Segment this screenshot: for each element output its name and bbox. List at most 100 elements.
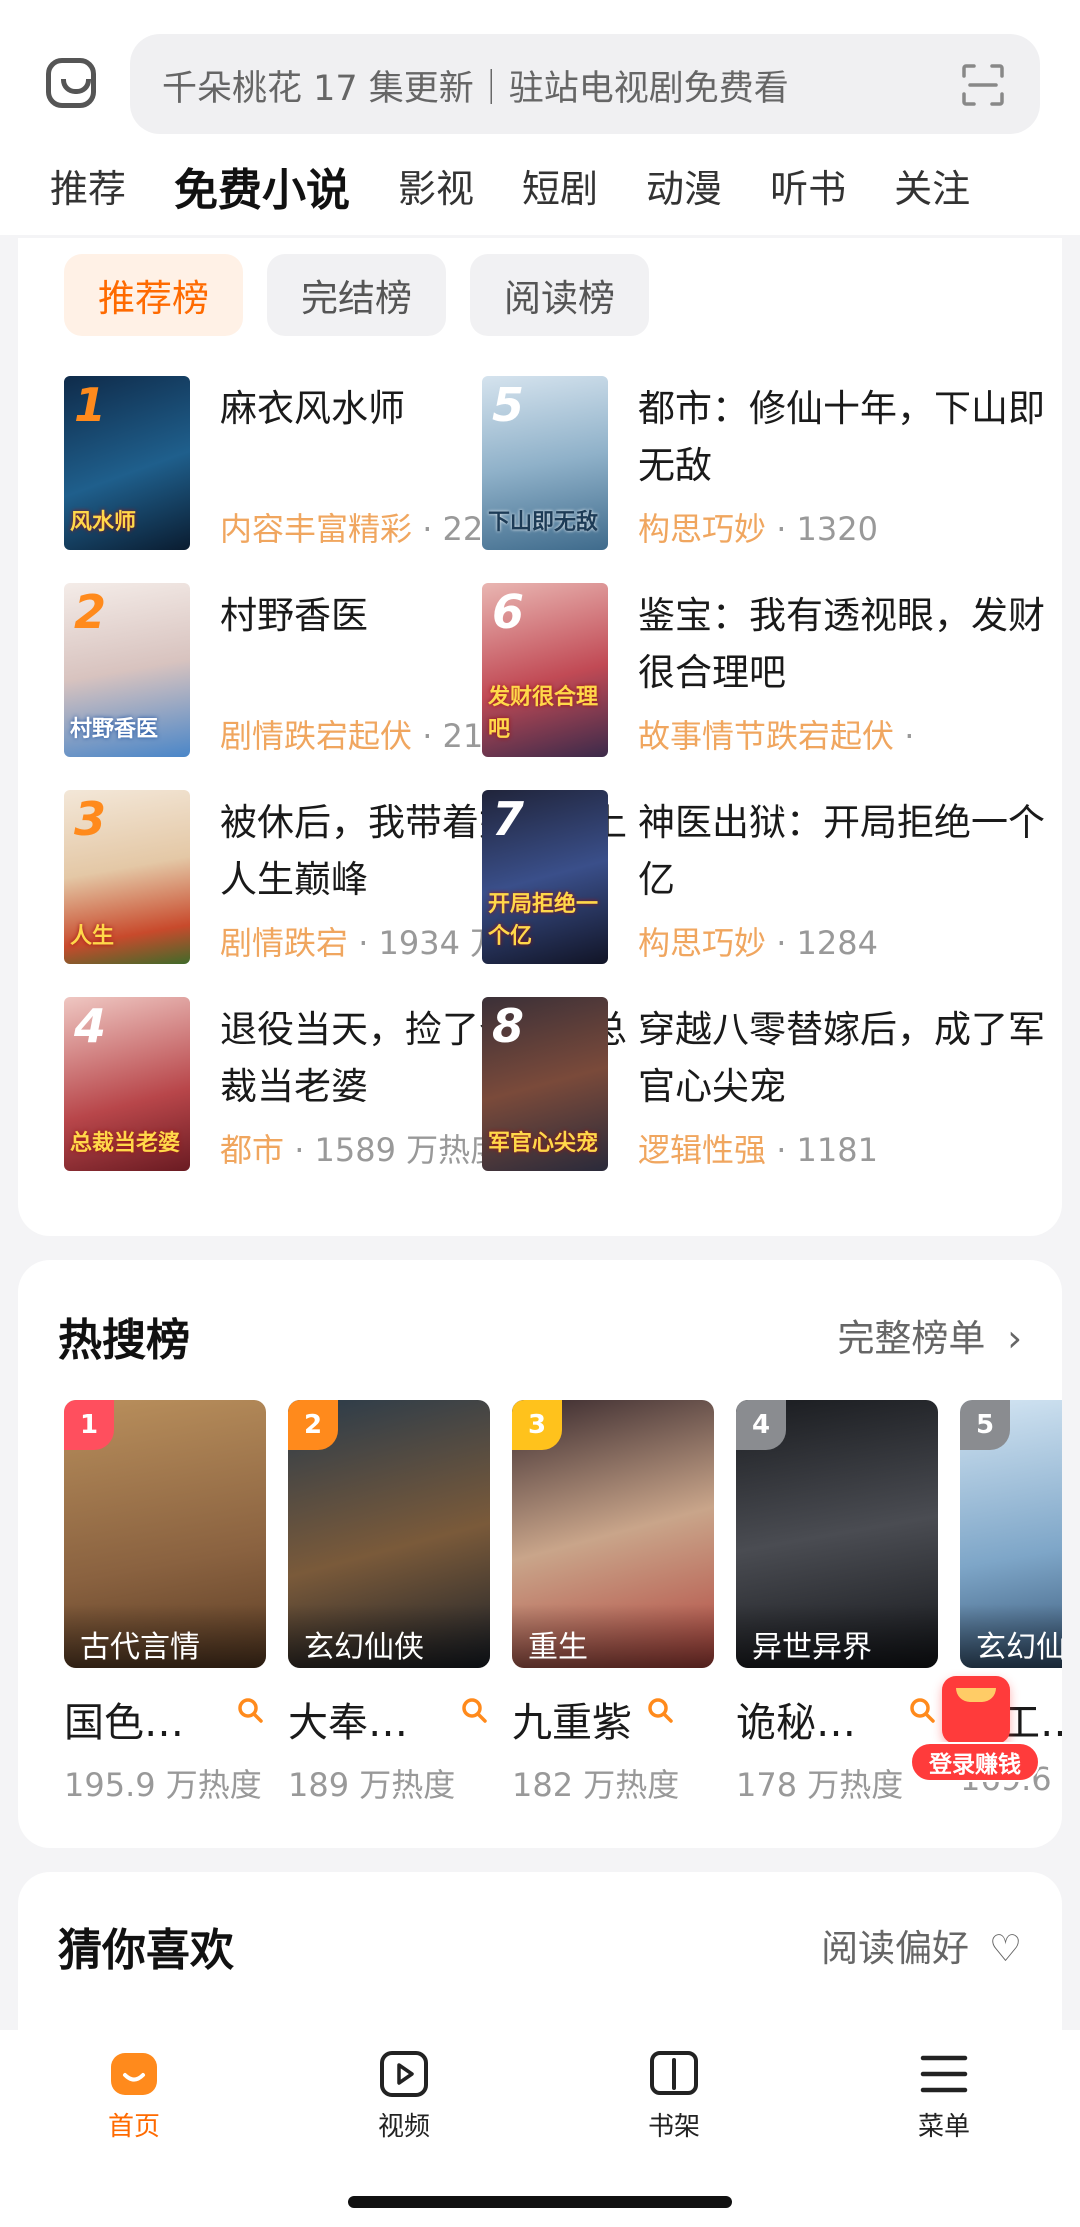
book-tag: 内容丰富精彩	[220, 510, 413, 548]
book-tag: 故事情节跌宕起伏	[638, 717, 895, 755]
search-icon[interactable]	[460, 1696, 488, 1724]
rank-type-chips: 推荐榜 完结榜 阅读榜	[64, 254, 649, 336]
search-bar[interactable]: 千朵桃花 17 集更新｜驻站电视剧免费看	[130, 34, 1040, 134]
tab-film[interactable]: 影视	[398, 158, 474, 228]
hot-genre: 玄幻仙侠	[288, 1604, 490, 1668]
book-cover: 4 总裁当老婆	[64, 997, 190, 1171]
video-icon	[380, 2051, 428, 2097]
scan-icon[interactable]	[960, 62, 1006, 108]
rank-book-item[interactable]: 6 发财很合理吧 鉴宝：我有透视眼，发财很合理吧 故事情节跌宕起伏 ·	[482, 583, 1045, 759]
nav-video[interactable]: 视频	[344, 2048, 464, 2143]
search-icon[interactable]	[236, 1696, 264, 1724]
reading-preference-label: 阅读偏好	[821, 1927, 970, 1970]
book-cover: 5 下山即无敌	[482, 376, 608, 550]
rank-number: 6	[492, 585, 525, 639]
cover-title: 总裁当老婆	[70, 1131, 181, 1156]
hot-genre: 重生	[512, 1604, 714, 1668]
chip-finished-rank[interactable]: 完结榜	[267, 254, 446, 336]
book-cover: 1 风水师	[64, 376, 190, 550]
hot-search-card: 热搜榜 完整榜单 › 1 古代言情 国色… 195.9 万热度 2 玄幻仙侠 大…	[18, 1260, 1062, 1848]
book-tag: 剧情跌宕	[220, 924, 349, 962]
hot-rank-badge: 2	[288, 1400, 338, 1450]
full-list-label: 完整榜单	[837, 1317, 986, 1360]
bookshelf-icon	[650, 2051, 698, 2095]
book-tag: 剧情跌宕起伏	[220, 717, 413, 755]
tab-recommend[interactable]: 推荐	[50, 158, 126, 228]
cover-title: 开局拒绝一个亿	[488, 892, 599, 949]
chip-reading-rank[interactable]: 阅读榜	[470, 254, 649, 336]
book-tag: 逻辑性强	[638, 1131, 767, 1169]
hot-name: 诡秘…	[736, 1700, 856, 1746]
nav-bookshelf[interactable]: 书架	[614, 2048, 734, 2143]
rank-number: 7	[492, 792, 525, 846]
search-placeholder[interactable]: 千朵桃花 17 集更新｜驻站电视剧免费看	[162, 60, 789, 111]
nav-menu-label: 菜单	[917, 2112, 970, 2142]
hot-item[interactable]: 3 重生 九重紫 182 万热度	[512, 1400, 714, 1820]
ranking-card: 推荐榜 完结榜 阅读榜 1 风水师 麻衣风水师 内容丰富精彩 · 2273… 2…	[18, 238, 1062, 1236]
nav-bookshelf-label: 书架	[647, 2112, 700, 2142]
app-logo-icon[interactable]	[46, 58, 96, 108]
rank-book-item[interactable]: 2 村野香医 村野香医 剧情跌宕起伏 · 2166…	[64, 583, 556, 759]
rank-number: 5	[492, 378, 525, 432]
tab-anime[interactable]: 动漫	[646, 158, 722, 228]
book-title: 神医出狱：开局拒绝一个亿	[638, 801, 1045, 901]
tab-free-novel[interactable]: 免费小说	[174, 154, 350, 228]
rank-number: 1	[74, 378, 107, 432]
hot-item[interactable]: 1 古代言情 国色… 195.9 万热度	[64, 1400, 266, 1820]
rank-book-item[interactable]: 5 下山即无敌 都市：修仙十年，下山即无敌 构思巧妙 · 1320	[482, 376, 1045, 552]
book-cover: 8 军官心尖宠	[482, 997, 608, 1171]
book-tag: 都市	[220, 1131, 285, 1169]
book-cover: 3 人生	[64, 790, 190, 964]
hot-genre: 异世异界	[736, 1604, 938, 1668]
rank-book-item[interactable]: 1 风水师 麻衣风水师 内容丰富精彩 · 2273…	[64, 376, 556, 552]
rank-book-item[interactable]: 4 总裁当老婆 退役当天，捡了个美女总裁当老婆 都市 · 1589 万热度	[64, 997, 627, 1173]
book-cover: 2 村野香医	[64, 583, 190, 757]
rank-book-item[interactable]: 3 人生 被休后，我带着娘家走上人生巅峰 剧情跌宕 · 1934 万热度	[64, 790, 627, 966]
book-meta: 都市 · 1589 万热度	[220, 1131, 503, 1169]
book-heat: 1284	[796, 924, 878, 962]
channel-tabs: 推荐 免费小说 影视 短剧 动漫 听书 关注	[50, 158, 1018, 228]
hot-heat: 178 万热度	[736, 1766, 904, 1804]
nav-video-label: 视频	[377, 2112, 430, 2142]
hot-cover: 5 玄幻仙	[960, 1400, 1062, 1668]
rank-book-item[interactable]: 8 军官心尖宠 穿越八零替嫁后，成了军官心尖宠 逻辑性强 · 1181	[482, 997, 1045, 1173]
home-icon	[111, 2053, 157, 2095]
search-icon[interactable]	[646, 1696, 674, 1724]
hot-genre: 玄幻仙	[960, 1604, 1062, 1668]
hot-cover: 2 玄幻仙侠	[288, 1400, 490, 1668]
book-cover: 7 开局拒绝一个亿	[482, 790, 608, 964]
tab-short-drama[interactable]: 短剧	[522, 158, 598, 228]
chip-recommend-rank[interactable]: 推荐榜	[64, 254, 243, 336]
cover-title: 发财很合理吧	[488, 685, 599, 742]
nav-home[interactable]: 首页	[74, 2048, 194, 2143]
reading-preference-link[interactable]: 阅读偏好 ♡	[821, 1918, 1022, 1972]
book-heat: 1320	[796, 510, 878, 548]
full-list-link[interactable]: 完整榜单 ›	[837, 1308, 1022, 1362]
cover-title: 村野香医	[70, 717, 159, 742]
book-tag: 构思巧妙	[638, 924, 767, 962]
nav-menu[interactable]: 菜单	[884, 2048, 1004, 2143]
hot-name: 大奉…	[288, 1700, 408, 1746]
login-earn-promo[interactable]: 登录赚钱	[910, 1676, 1040, 1786]
hot-rank-badge: 1	[64, 1400, 114, 1450]
cover-title: 人生	[70, 924, 115, 949]
hot-cover: 3 重生	[512, 1400, 714, 1668]
hot-item[interactable]: 2 玄幻仙侠 大奉… 189 万热度	[288, 1400, 490, 1820]
chevron-right-icon: ›	[1007, 1317, 1022, 1360]
hot-item[interactable]: 4 异世异界 诡秘… 178 万热度	[736, 1400, 938, 1820]
heart-icon: ♡	[988, 1927, 1022, 1970]
hot-search-title: 热搜榜	[58, 1315, 190, 1366]
hot-genre: 古代言情	[64, 1604, 266, 1668]
book-heat: 1589 万热度	[314, 1131, 503, 1169]
hot-heat: 182 万热度	[512, 1766, 680, 1804]
tab-audiobook[interactable]: 听书	[770, 158, 846, 228]
rank-number: 2	[74, 585, 107, 639]
book-meta: 故事情节跌宕起伏 ·	[638, 717, 915, 755]
book-title: 都市：修仙十年，下山即无敌	[638, 387, 1045, 487]
hot-rank-badge: 5	[960, 1400, 1010, 1450]
menu-icon	[920, 2055, 968, 2093]
rank-book-item[interactable]: 7 开局拒绝一个亿 神医出狱：开局拒绝一个亿 构思巧妙 · 1284	[482, 790, 1045, 966]
tab-follow[interactable]: 关注	[894, 158, 970, 228]
hot-rank-badge: 4	[736, 1400, 786, 1450]
book-meta: 构思巧妙 · 1320	[638, 510, 878, 548]
